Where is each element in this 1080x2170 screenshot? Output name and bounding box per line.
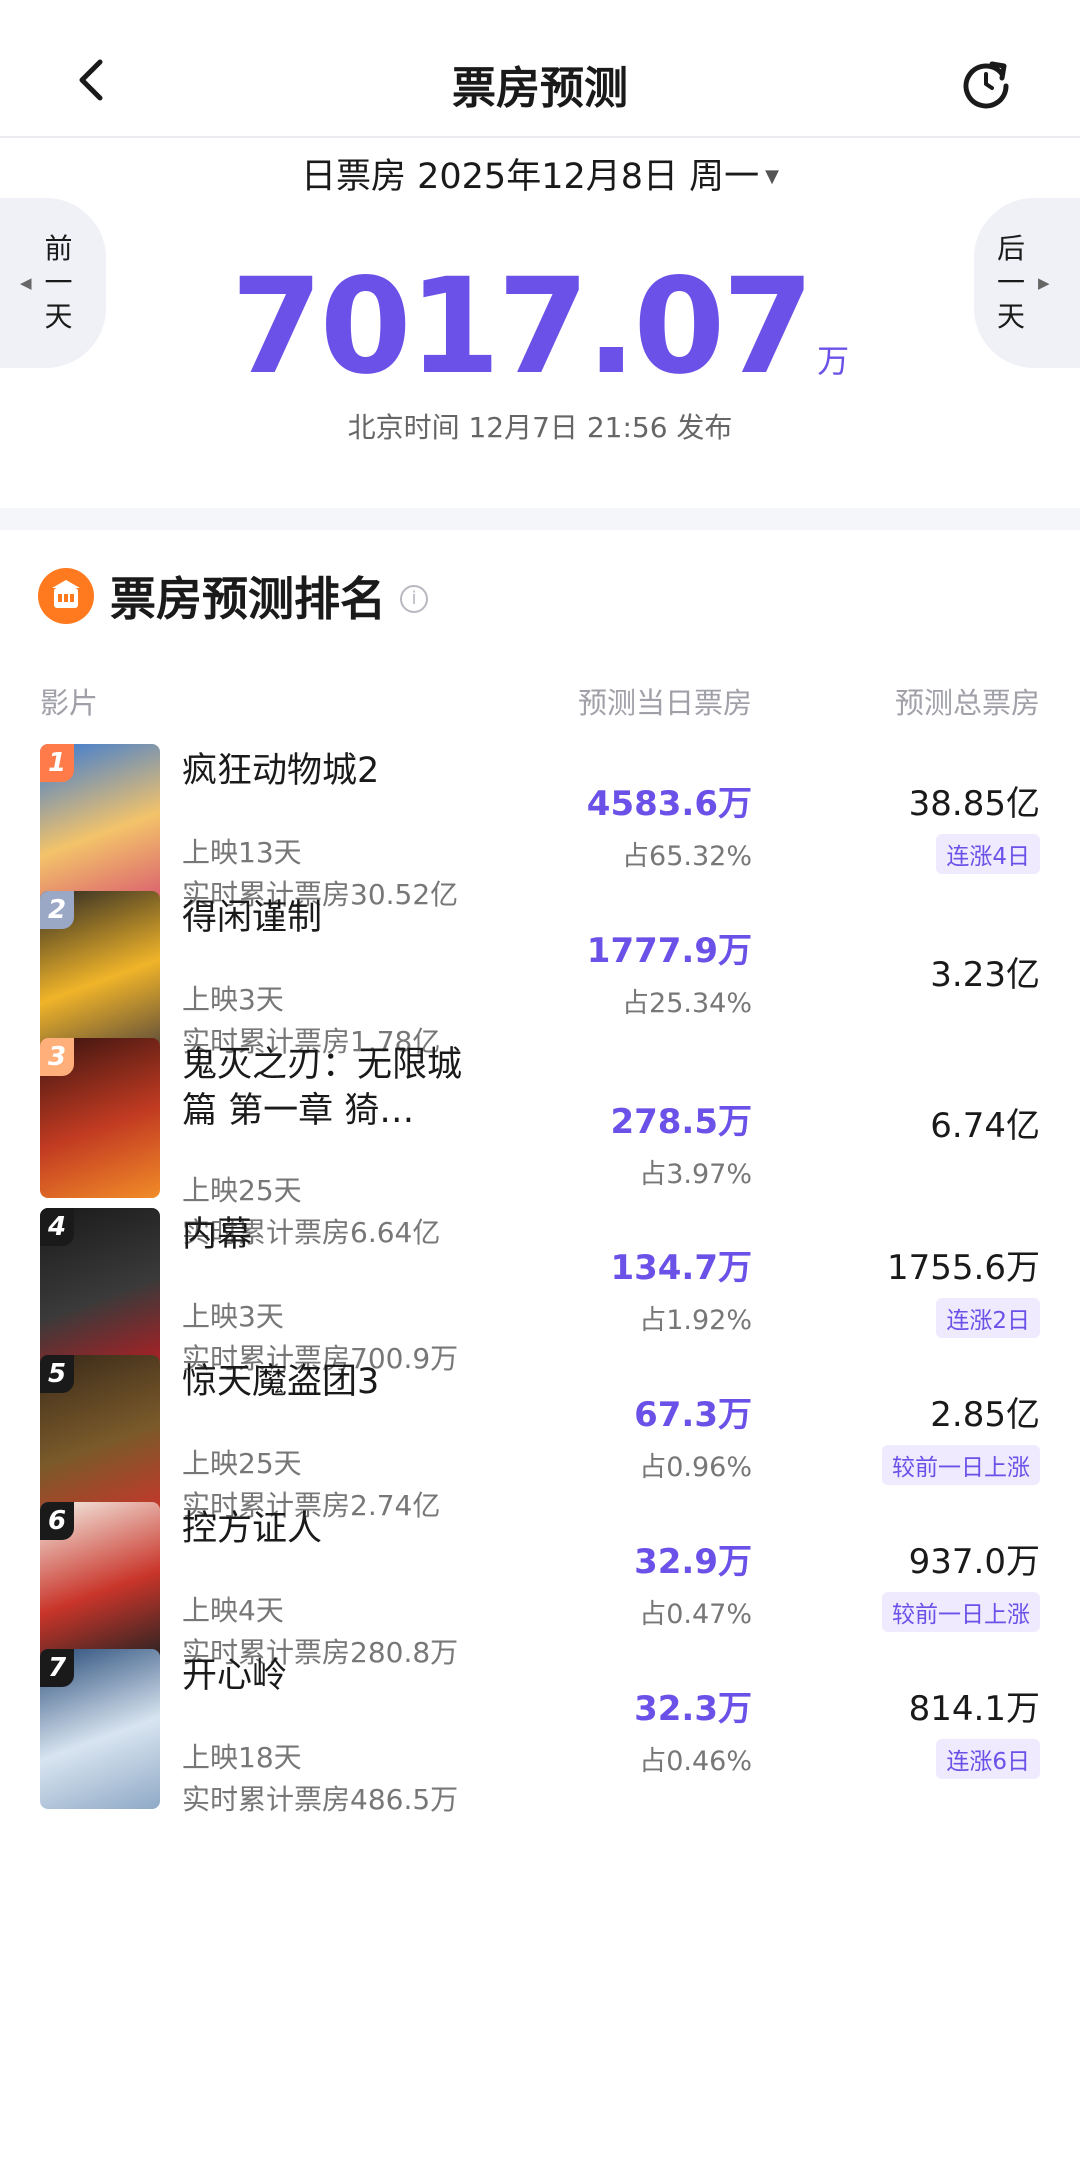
ranking-header: 票房预测排名 i: [38, 566, 428, 626]
film-days: 上映3天: [182, 983, 284, 1016]
film-name: 疯狂动物城2: [182, 751, 380, 791]
date-label: 日票房 2025年12月8日 周一: [301, 157, 760, 197]
film-name: 惊天魔盗团3: [182, 1362, 380, 1402]
film-name: 控方证人: [182, 1509, 323, 1549]
day-box-value: 134.7万: [610, 1248, 752, 1288]
film-poster[interactable]: 5: [40, 1355, 160, 1515]
info-icon[interactable]: i: [400, 585, 428, 613]
trend-badge: 较前一日上涨: [882, 1592, 1040, 1632]
total-box-value: 38.85亿: [908, 784, 1040, 824]
film-days: 上映25天: [182, 1447, 302, 1480]
section-divider: [0, 508, 1080, 530]
total-box-value: 6.74亿: [930, 1106, 1040, 1146]
total-number: 7017.07: [230, 250, 814, 404]
total-box-value: 3.23亿: [930, 955, 1040, 995]
film-row[interactable]: 7 开心岭 上映18天 实时累计票房486.5万 32.3万 占0.46% 81…: [0, 1645, 1080, 1816]
day-box-value: 1777.9万: [586, 931, 752, 971]
page-title: 票房预测: [452, 63, 628, 114]
caret-down-icon: ▼: [765, 166, 779, 187]
share-value: 占0.46%: [639, 1746, 752, 1777]
cinema-icon: [38, 568, 94, 624]
film-days: 上映4天: [182, 1594, 284, 1627]
trend-badge: 连涨4日: [936, 834, 1040, 874]
refresh-icon[interactable]: [956, 52, 1016, 112]
share-value: 占3.97%: [639, 1159, 752, 1190]
share-value: 占25.34%: [622, 988, 752, 1019]
trend-badge: 较前一日上涨: [882, 1445, 1040, 1485]
total-box-value: 814.1万: [908, 1689, 1040, 1729]
film-row[interactable]: 4 内幕 上映3天 实时累计票房700.9万 134.7万 占1.92% 175…: [0, 1204, 1080, 1375]
film-name: 得闲谨制: [182, 898, 323, 938]
day-box-value: 4583.6万: [586, 784, 752, 824]
total-box-value: 2.85亿: [930, 1395, 1040, 1435]
film-poster[interactable]: 7: [40, 1649, 160, 1809]
film-days: 上映18天: [182, 1741, 302, 1774]
day-box-value: 278.5万: [610, 1102, 752, 1142]
film-days: 上映13天: [182, 836, 302, 869]
film-row[interactable]: 6 控方证人 上映4天 实时累计票房280.8万 32.9万 占0.47% 93…: [0, 1498, 1080, 1669]
film-name: 鬼灭之刃：无限城篇 第一章 猗…: [182, 1045, 463, 1131]
film-poster[interactable]: 3: [40, 1038, 160, 1198]
total-box-office: 7017.07 万: [0, 250, 1080, 404]
rank-badge: 2: [40, 891, 74, 929]
trend-badge: 连涨2日: [936, 1298, 1040, 1338]
publish-time: 北京时间 12月7日 21:56 发布: [347, 411, 733, 444]
day-box-value: 32.9万: [634, 1542, 752, 1582]
column-total-box: 预测总票房: [894, 686, 1040, 720]
ranking-title: 票房预测排名: [110, 572, 386, 626]
film-cumulative: 实时累计票房486.5万: [182, 1783, 459, 1816]
film-row[interactable]: 5 惊天魔盗团3 上映25天 实时累计票房2.74亿 67.3万 占0.96% …: [0, 1351, 1080, 1522]
total-box-value: 937.0万: [908, 1542, 1040, 1582]
rank-badge: 6: [40, 1502, 74, 1540]
top-bar: 票房预测: [0, 0, 1080, 138]
share-value: 占1.92%: [639, 1305, 752, 1336]
total-box-value: 1755.6万: [887, 1248, 1040, 1288]
film-days: 上映3天: [182, 1300, 284, 1333]
column-film: 影片: [40, 686, 99, 720]
film-poster[interactable]: 6: [40, 1502, 160, 1662]
rank-badge: 7: [40, 1649, 74, 1687]
date-selector[interactable]: 日票房 2025年12月8日 周一 ▼: [0, 148, 1080, 199]
rank-badge: 5: [40, 1355, 74, 1393]
film-row[interactable]: 1 疯狂动物城2 上映13天 实时累计票房30.52亿 4583.6万 占65.…: [0, 740, 1080, 911]
film-name: 开心岭: [182, 1656, 288, 1696]
rank-badge: 1: [40, 744, 74, 782]
column-day-box: 预测当日票房: [577, 686, 752, 720]
film-poster[interactable]: 1: [40, 744, 160, 904]
film-poster[interactable]: 2: [40, 891, 160, 1051]
film-name: 内幕: [182, 1215, 253, 1255]
trend-badge: 连涨6日: [936, 1739, 1040, 1779]
day-box-value: 67.3万: [634, 1395, 752, 1435]
film-row[interactable]: 2 得闲谨制 上映3天 实时累计票房1.78亿 1777.9万 占25.34% …: [0, 887, 1080, 1058]
film-poster[interactable]: 4: [40, 1208, 160, 1368]
film-row[interactable]: 3 鬼灭之刃：无限城篇 第一章 猗… 上映25天 实时累计票房6.64亿 278…: [0, 1034, 1080, 1249]
total-unit: 万: [817, 342, 850, 380]
rank-badge: 4: [40, 1208, 74, 1246]
share-value: 占0.96%: [639, 1452, 752, 1483]
day-box-value: 32.3万: [634, 1689, 752, 1729]
rank-badge: 3: [40, 1038, 74, 1076]
share-value: 占0.47%: [639, 1599, 752, 1630]
share-value: 占65.32%: [622, 841, 752, 872]
